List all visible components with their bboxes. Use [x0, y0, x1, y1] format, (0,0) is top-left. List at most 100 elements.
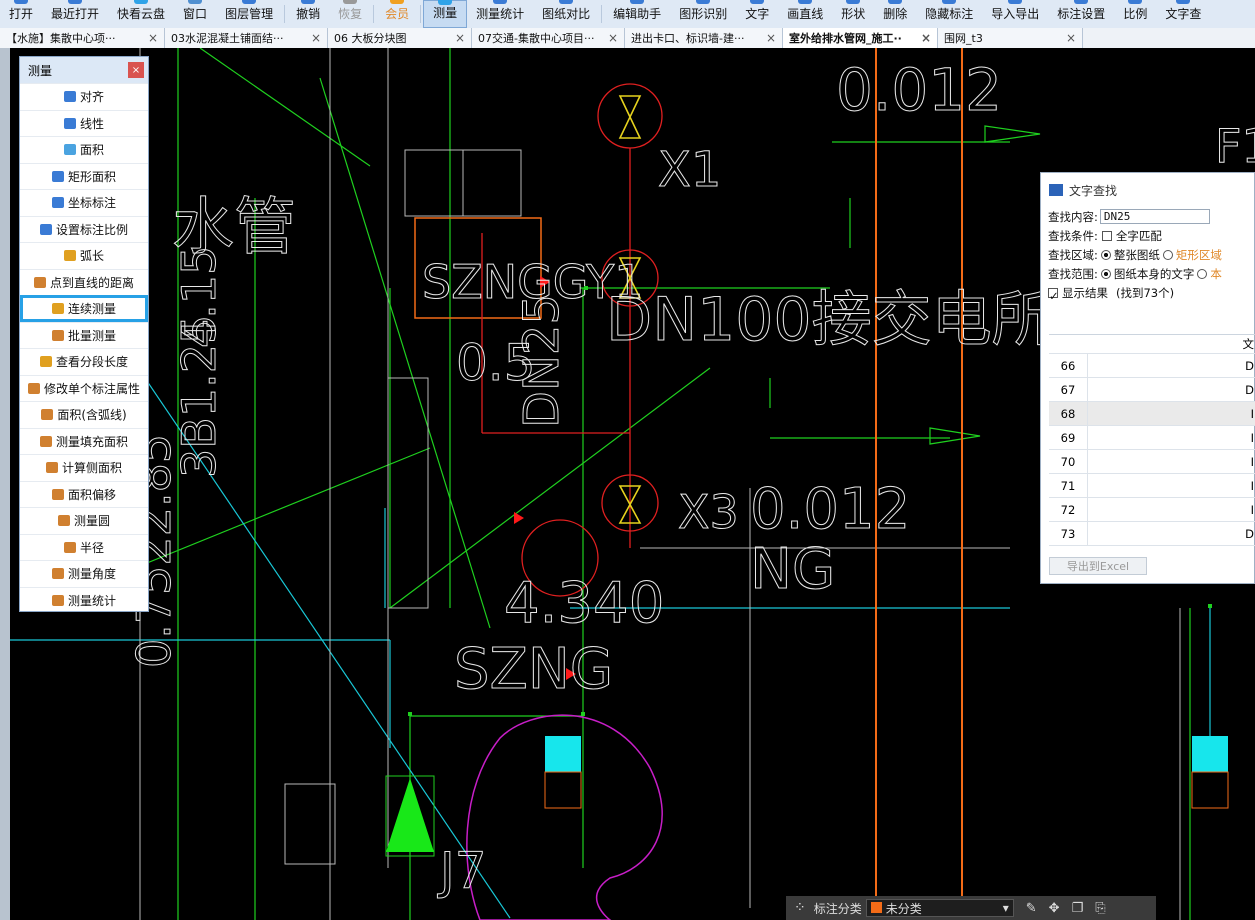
measure-tool-item[interactable]: 矩形面积: [20, 162, 148, 190]
area-rect-radio[interactable]: [1162, 249, 1173, 260]
toolbar-button[interactable]: 图纸对比: [533, 0, 599, 28]
measure-tool-label: 面积: [79, 143, 104, 158]
toolbar-button[interactable]: 形状: [832, 0, 874, 28]
export-excel-button[interactable]: 导出到Excel: [1049, 557, 1147, 575]
toolbar-icon: [750, 0, 765, 4]
category-select[interactable]: 未分类 ▾: [865, 899, 1014, 917]
toolbar-button[interactable]: 撤销: [287, 0, 329, 28]
measure-tool-item[interactable]: 测量统计: [20, 586, 148, 614]
area-rect-label: 矩形区域: [1175, 247, 1222, 262]
document-tab[interactable]: 室外给排水管网_施工·· ×: [783, 28, 938, 48]
range-own-radio[interactable]: [1100, 268, 1111, 279]
category-grid-icon[interactable]: ⁘: [794, 900, 806, 916]
toolbar-button[interactable]: 快看云盘: [108, 0, 174, 28]
table-row[interactable]: 69 I: [1049, 426, 1255, 450]
document-tab[interactable]: 进出卡口、标识墙-建··· ×: [625, 28, 783, 48]
measure-tool-item[interactable]: 线性: [20, 109, 148, 137]
find-range-label: 查找范围:: [1048, 266, 1098, 281]
measure-tool-item[interactable]: 对齐: [20, 83, 148, 110]
range-other-radio[interactable]: [1197, 268, 1208, 279]
measure-tool-item[interactable]: 点到直线的距离: [20, 268, 148, 296]
annotation-category-bar: ⁘ 标注分类 未分类 ▾ ✎ ✥ ❐ ⎘: [786, 896, 1156, 920]
document-tab[interactable]: 围网_t3 ×: [938, 28, 1083, 48]
move-icon[interactable]: ✥: [1049, 901, 1060, 916]
row-text: I: [1250, 478, 1254, 493]
table-row[interactable]: 66 D: [1049, 354, 1255, 378]
measure-tool-item[interactable]: 连续测量: [20, 295, 148, 322]
show-results-checkbox[interactable]: ✓: [1048, 287, 1059, 303]
toolbar-button[interactable]: 会员: [376, 0, 418, 28]
toolbar-button[interactable]: 隐藏标注: [916, 0, 982, 28]
tab-close-icon[interactable]: ×: [608, 31, 618, 45]
close-icon[interactable]: ×: [128, 62, 144, 78]
tab-close-icon[interactable]: ×: [311, 31, 321, 45]
document-tab[interactable]: 06 大板分块图 ×: [328, 28, 472, 48]
document-tab[interactable]: 07交通-集散中心项目··· ×: [472, 28, 625, 48]
table-row[interactable]: 72 I: [1049, 498, 1255, 522]
table-row[interactable]: 68 I: [1049, 402, 1255, 426]
toolbar-button[interactable]: 删除: [874, 0, 916, 28]
measure-tool-item[interactable]: 面积: [20, 136, 148, 163]
measure-tool-item[interactable]: 半径: [20, 533, 148, 561]
table-row[interactable]: 73 D: [1049, 522, 1255, 546]
toolbar-button-label: 隐藏标注: [925, 7, 974, 21]
radius-icon: [63, 541, 76, 553]
document-tab[interactable]: 【水施】集散中心项··· ×: [0, 28, 165, 48]
table-row[interactable]: 71 I: [1049, 474, 1255, 498]
edit-icon[interactable]: ✎: [1026, 901, 1037, 916]
toolbar-button[interactable]: 导入导出: [982, 0, 1048, 28]
toolbar-icon: [1074, 0, 1089, 4]
row-index: 71: [1049, 474, 1088, 497]
measure-tool-item[interactable]: 面积(含弧线): [20, 401, 148, 428]
whole-word-checkbox[interactable]: [1101, 230, 1112, 241]
find-area-row: 查找区域: 整张图纸 矩形区域: [1041, 245, 1254, 264]
toolbar-button[interactable]: 打开: [0, 0, 42, 28]
measure-tool-item[interactable]: 测量圆: [20, 507, 148, 534]
linear-icon: [63, 117, 76, 129]
find-range-row: 查找范围: 图纸本身的文字 本: [1041, 264, 1254, 283]
toolbar-button[interactable]: 恢复: [329, 0, 371, 28]
measure-tool-item[interactable]: 批量测量: [20, 321, 148, 349]
toolbar-icon: [942, 0, 957, 4]
toolbar-button[interactable]: 测量: [423, 0, 468, 28]
toolbar-button[interactable]: 标注设置: [1048, 0, 1114, 28]
measure-tool-label: 面积偏移: [67, 487, 116, 502]
toolbar-button[interactable]: 最近打开: [42, 0, 108, 28]
measure-tool-item[interactable]: 查看分段长度: [20, 348, 148, 375]
find-content-label: 查找内容:: [1048, 209, 1098, 224]
copy-icon[interactable]: ❐: [1072, 901, 1084, 916]
table-row[interactable]: 67 D: [1049, 378, 1255, 402]
toolbar-button[interactable]: 文字查: [1156, 0, 1210, 28]
find-content-input[interactable]: DN25: [1099, 209, 1210, 224]
toolbar-button[interactable]: 比例: [1114, 0, 1156, 28]
toolbar-button[interactable]: 图层管理: [216, 0, 282, 28]
toolbar-button[interactable]: 窗口: [174, 0, 216, 28]
tab-label: 06 大板分块图: [334, 32, 407, 45]
area-whole-radio[interactable]: [1100, 249, 1111, 260]
batch-icon: [51, 329, 64, 341]
document-tab[interactable]: 03水泥混凝土铺面结··· ×: [165, 28, 328, 48]
measure-tool-item[interactable]: 测量填充面积: [20, 427, 148, 455]
paste-icon[interactable]: ⎘: [1095, 901, 1105, 916]
measure-tool-item[interactable]: 弧长: [20, 242, 148, 269]
measure-tool-item[interactable]: 修改单个标注属性: [20, 374, 148, 402]
measure-tool-item[interactable]: 坐标标注: [20, 189, 148, 216]
tab-close-icon[interactable]: ×: [148, 31, 158, 45]
measure-tool-item[interactable]: 计算侧面积: [20, 454, 148, 481]
measure-tool-item[interactable]: 测量角度: [20, 560, 148, 587]
toolbar-button[interactable]: 画直线: [778, 0, 832, 28]
tab-close-icon[interactable]: ×: [1066, 31, 1076, 45]
toolbar-button[interactable]: 文字: [736, 0, 778, 28]
tab-close-icon[interactable]: ×: [455, 31, 465, 45]
table-row[interactable]: 70 I: [1049, 450, 1255, 474]
document-tabs: 【水施】集散中心项··· × 03水泥混凝土铺面结··· × 06 大板分块图 × 07交通…: [0, 28, 1255, 49]
area-icon: [63, 144, 76, 156]
measure-tool-item[interactable]: 设置标注比例: [20, 215, 148, 243]
measure-tool-item[interactable]: 面积偏移: [20, 480, 148, 508]
toolbar-button[interactable]: 图形识别: [670, 0, 736, 28]
tab-close-icon[interactable]: ×: [766, 31, 776, 45]
toolbar-button[interactable]: 编辑助手: [604, 0, 670, 28]
tab-close-icon[interactable]: ×: [921, 31, 931, 45]
circle-icon: [57, 515, 70, 527]
toolbar-button[interactable]: 测量统计: [467, 0, 533, 28]
